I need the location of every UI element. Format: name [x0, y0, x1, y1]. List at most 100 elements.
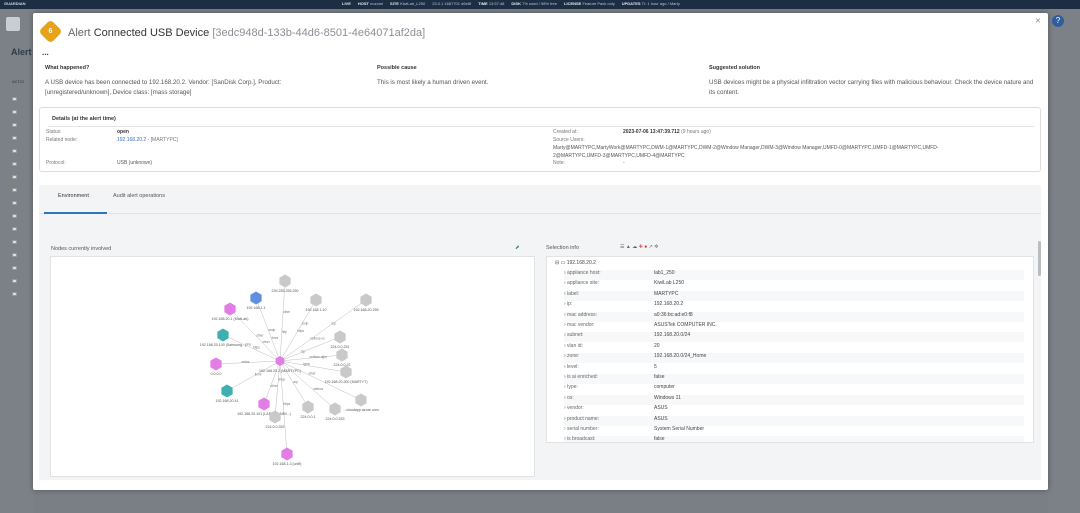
selection-info-row[interactable]: › is ai enriched: false — [564, 374, 1024, 384]
graph-node[interactable]: ...cloudapp.azure.com — [343, 393, 379, 413]
graph-edge-label: other — [256, 333, 264, 337]
graph-edge-label: netbios-ns — [310, 337, 325, 341]
graph-node[interactable]: 192.168.20.41 — [216, 384, 239, 404]
close-icon[interactable]: ✕ — [1035, 17, 1041, 25]
graph-node[interactable]: 192.168.20.2 (MARTYPC) — [259, 356, 301, 373]
graph-node[interactable]: 192.168.20.255 — [354, 293, 379, 313]
selection-info-key: › appliance host: — [564, 270, 601, 276]
graph-node[interactable]: 192.168.1.3 (unifi) — [273, 447, 302, 467]
graph-node-label: 192.168.1.10 — [306, 308, 327, 312]
tabs-divider — [39, 213, 1041, 214]
user-icon[interactable]: ▲ — [626, 244, 631, 250]
graph-node[interactable]: 224.0.0.22 — [334, 348, 351, 368]
selection-info-key: › serial number: — [564, 426, 599, 432]
graph-edge-label: igmp — [303, 362, 310, 366]
details-card: Details (at the alert time) Status: open… — [39, 107, 1041, 172]
help-icon[interactable]: ? — [1052, 15, 1064, 27]
selection-info-row[interactable]: › serial number: System Serial Number — [564, 426, 1024, 436]
graph-node[interactable]: 224.0.0.253 — [326, 402, 345, 422]
row-checkbox — [12, 149, 17, 153]
share-icon[interactable]: ↗ — [649, 244, 653, 250]
selection-info-row[interactable]: › ip: 192.168.20.2 — [564, 301, 1024, 311]
stat-live[interactable]: LIVE — [342, 1, 351, 6]
stat-updates[interactable]: UPDATES TI: 1 hour ago / Marty — [622, 1, 680, 6]
selection-info-row[interactable]: › mac vendor: ASUSTek COMPUTER INC. — [564, 322, 1024, 332]
graph-node-icon[interactable] — [210, 357, 222, 371]
graph-node-icon[interactable] — [250, 291, 262, 305]
graph-node-icon[interactable] — [340, 365, 352, 379]
status-stats: LIVE HOST nozomi SITE KiwiLab_L250 23.0.… — [342, 1, 680, 6]
stat-host[interactable]: HOST nozomi — [358, 1, 383, 6]
nodes-graph-canvas[interactable]: http ssdp ssdp netbios-ns other dns tcp netbios… — [51, 257, 536, 478]
graph-node-icon[interactable] — [221, 384, 233, 398]
graph-node-icon[interactable] — [334, 330, 346, 344]
graph-edge-label: ssdp — [302, 321, 309, 325]
tab-environment[interactable]: Environment — [58, 193, 89, 199]
created-at-value: 2023-07-06 13:47:39.712 — [623, 129, 680, 135]
graph-node-icon[interactable] — [224, 302, 236, 316]
graph-node[interactable]: 192.168.20.200 (MARTYT) — [324, 365, 368, 385]
tab-audit-alert-operations[interactable]: Audit alert operations — [113, 193, 165, 199]
row-checkbox — [12, 97, 17, 101]
plugin-icon[interactable]: ✚ — [639, 244, 643, 250]
graph-node-icon[interactable] — [302, 400, 314, 414]
source-users-label: Source Users: — [553, 137, 585, 143]
alert-icon[interactable]: ● — [644, 244, 647, 250]
selection-info-row[interactable]: › mac address: a0:36:bc:ad:e0:f8 — [564, 311, 1024, 322]
graph-node-label: 192.168.20.2 (MARTYPC) — [259, 369, 301, 373]
background-page-title: Alert — [11, 47, 32, 57]
selection-info-row[interactable]: › zone: 192.168.20.0/24_Home — [564, 353, 1024, 364]
selection-info-row[interactable]: › vlan id: 20 — [564, 343, 1024, 353]
possible-cause-section: Possible cause This is most likely a hum… — [377, 65, 677, 88]
created-at-label: Created at: — [553, 129, 578, 135]
graph-node[interactable]: 0.0.0.0 — [210, 357, 222, 377]
selection-info-value: MARTYPC — [654, 290, 679, 297]
selection-info-row[interactable]: › is broadcast: false — [564, 436, 1024, 442]
graph-node[interactable]: 239.255.255.250 — [272, 274, 299, 294]
stat-disk[interactable]: DISK 7% used / 98% free — [511, 1, 557, 6]
selection-info-row[interactable]: › os: Windows 11 — [564, 394, 1024, 405]
graph-node-icon[interactable] — [281, 447, 293, 461]
graph-edge-label: https — [283, 402, 290, 406]
graph-edge-label: tcp — [301, 350, 305, 354]
cloud-icon[interactable]: ☁ — [632, 244, 637, 250]
graph-node-icon[interactable] — [355, 393, 367, 407]
selection-info-key: › is ai enriched: — [564, 374, 598, 380]
related-node-link[interactable]: 192.168.20.2 — [117, 137, 146, 143]
stat-license[interactable]: LICENSE Feature Pack only — [564, 1, 615, 6]
selection-info-row[interactable]: › product name: ASUS — [564, 415, 1024, 426]
graph-node[interactable]: 224.0.0.1 — [301, 400, 316, 420]
graph-node[interactable]: 192.168.1.10 — [306, 293, 327, 313]
graph-node-icon[interactable] — [279, 274, 291, 288]
expand-graph-icon[interactable]: ⬈ — [515, 245, 520, 251]
selection-root-node[interactable]: ⊟ ▭ 192.168.20.2 — [555, 260, 596, 266]
selection-info-value: 192.168.20.0/24_Home — [654, 353, 707, 360]
selection-info-row[interactable]: › subnet: 192.168.20.0/24 — [564, 332, 1024, 343]
selection-info-row[interactable]: › vendor: ASUS — [564, 405, 1024, 415]
selection-info-row[interactable]: › level: 5 — [564, 364, 1024, 374]
graph-node-icon[interactable] — [336, 348, 348, 362]
graph-node[interactable]: 192.168.20.100 (Samsung...) — [200, 328, 247, 348]
selection-info-row[interactable]: › type: computer — [564, 384, 1024, 394]
settings-icon[interactable]: ✲ — [654, 244, 658, 250]
stat-site[interactable]: SITE KiwiLab_L250 — [390, 1, 425, 6]
selection-info-key: › mac address: — [564, 311, 598, 318]
graph-node-icon[interactable] — [360, 293, 372, 307]
graph-node[interactable]: 192.168.1.1 — [247, 291, 266, 311]
graph-node-icon[interactable] — [258, 397, 270, 411]
graph-node[interactable]: 192.168.20.1 (KiwiLab) — [212, 302, 249, 322]
selection-info-row[interactable]: › appliance host: lab1_250 — [564, 270, 1024, 280]
nodes-graph[interactable]: http ssdp ssdp netbios-ns other dns tcp netbios… — [50, 256, 535, 477]
graph-node-icon[interactable] — [329, 402, 341, 416]
details-divider — [48, 126, 1034, 127]
filter-icon[interactable]: ☰ — [620, 244, 624, 250]
more-actions-menu[interactable]: ... — [42, 48, 49, 57]
graph-node-icon[interactable] — [310, 293, 322, 307]
selection-scrollbar[interactable] — [1038, 241, 1041, 276]
graph-edge-label: netbios — [313, 387, 324, 391]
selection-info-row[interactable]: › label: MARTYPC — [564, 290, 1024, 301]
graph-node-label: 224.0.0.1 — [301, 415, 316, 419]
selection-info-row[interactable]: › appliance site: KiwiLab L250 — [564, 280, 1024, 290]
graph-node-icon[interactable] — [217, 328, 229, 342]
row-checkbox — [12, 240, 17, 244]
